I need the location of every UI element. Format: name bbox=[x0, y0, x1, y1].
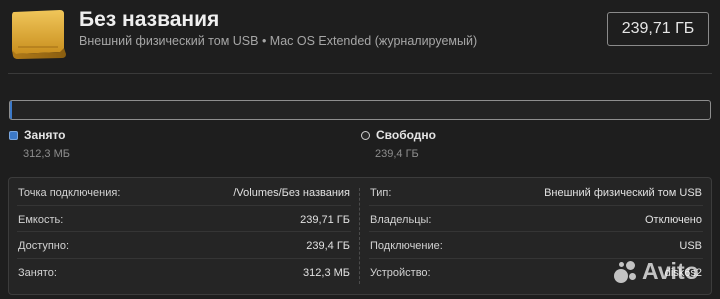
volume-title: Без названия bbox=[79, 8, 220, 31]
info-row-owners: Владельцы: Отключено bbox=[361, 204, 711, 232]
watermark-text: Avito bbox=[642, 258, 699, 284]
info-key: Тип: bbox=[370, 187, 392, 199]
info-row-available: Доступно: 239,4 ГБ bbox=[9, 231, 359, 258]
legend-free-label: Свободно bbox=[376, 128, 436, 142]
info-key: Точка подключения: bbox=[18, 187, 121, 199]
free-swatch-icon bbox=[361, 130, 370, 140]
info-key: Владельцы: bbox=[370, 213, 432, 226]
info-panel: Точка подключения: /Volumes/Без названия… bbox=[8, 177, 712, 295]
capacity-badge: 239,71 ГБ bbox=[607, 12, 709, 46]
info-value: 312,3 МБ bbox=[303, 266, 350, 279]
volume-subtitle: Внешний физический том USB • Mac OS Exte… bbox=[79, 34, 478, 48]
info-value: 239,4 ГБ bbox=[306, 240, 350, 252]
column-divider bbox=[359, 188, 360, 284]
info-key: Емкость: bbox=[18, 213, 64, 226]
avito-watermark: Avito bbox=[612, 258, 699, 285]
info-value: USB bbox=[679, 240, 702, 252]
legend-used-value: 312,3 МБ bbox=[23, 148, 70, 160]
used-swatch-icon bbox=[9, 130, 18, 140]
info-value: /Volumes/Без названия bbox=[233, 187, 350, 199]
info-value: Внешний физический том USB bbox=[544, 187, 702, 199]
legend-used-label: Занято bbox=[24, 128, 66, 142]
usage-bar-used-fill bbox=[10, 101, 12, 119]
info-key: Устройство: bbox=[370, 266, 431, 279]
info-key: Подключение: bbox=[370, 240, 443, 252]
legend-free: Свободно bbox=[361, 128, 436, 142]
info-row-connection: Подключение: USB bbox=[361, 231, 711, 258]
legend-free-value: 239,4 ГБ bbox=[375, 148, 419, 160]
info-key: Занято: bbox=[18, 266, 57, 279]
external-drive-icon bbox=[8, 8, 70, 60]
usage-bar bbox=[9, 100, 711, 120]
header-divider bbox=[8, 73, 712, 74]
info-row-mount-point: Точка подключения: /Volumes/Без названия bbox=[9, 178, 359, 205]
info-column-left: Точка подключения: /Volumes/Без названия… bbox=[9, 178, 359, 284]
info-row-used: Занято: 312,3 МБ bbox=[9, 257, 359, 285]
info-row-capacity: Емкость: 239,71 ГБ bbox=[9, 204, 359, 232]
info-key: Доступно: bbox=[18, 240, 70, 252]
info-value: Отключено bbox=[645, 213, 702, 226]
info-value: 239,71 ГБ bbox=[300, 213, 350, 226]
info-row-type: Тип: Внешний физический том USB bbox=[361, 178, 711, 205]
legend-used: Занято bbox=[9, 128, 66, 142]
avito-logo-icon bbox=[612, 259, 638, 285]
